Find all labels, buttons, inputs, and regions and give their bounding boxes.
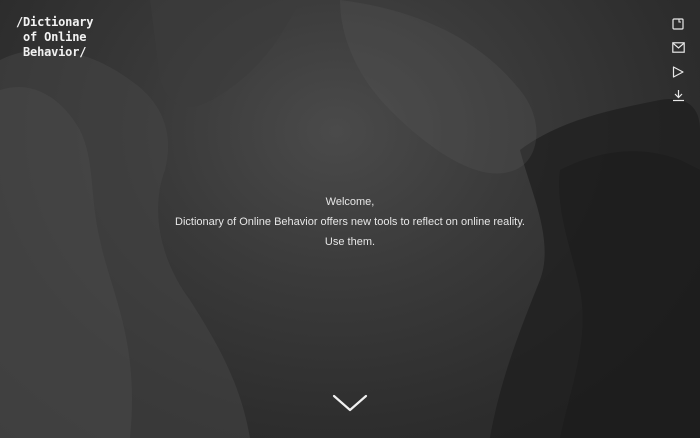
site-logo[interactable]: /Dictionary of Online Behavior/ (16, 15, 93, 60)
bookmark-icon[interactable] (670, 16, 686, 31)
download-icon[interactable] (670, 88, 686, 103)
landing-page: /Dictionary of Online Behavior/ Welcome,… (0, 0, 700, 438)
welcome-call-to-action: Use them. (324, 236, 376, 248)
scroll-down-button[interactable] (332, 392, 368, 414)
welcome-line: Welcome, (325, 196, 375, 208)
welcome-description: Dictionary of Online Behavior offers new… (175, 216, 525, 228)
icon-toolbar (670, 16, 686, 103)
chevron-down-icon (332, 394, 368, 412)
play-icon[interactable] (670, 64, 686, 79)
welcome-message: Welcome, Dictionary of Online Behavior o… (0, 192, 700, 252)
mail-icon[interactable] (670, 40, 686, 55)
